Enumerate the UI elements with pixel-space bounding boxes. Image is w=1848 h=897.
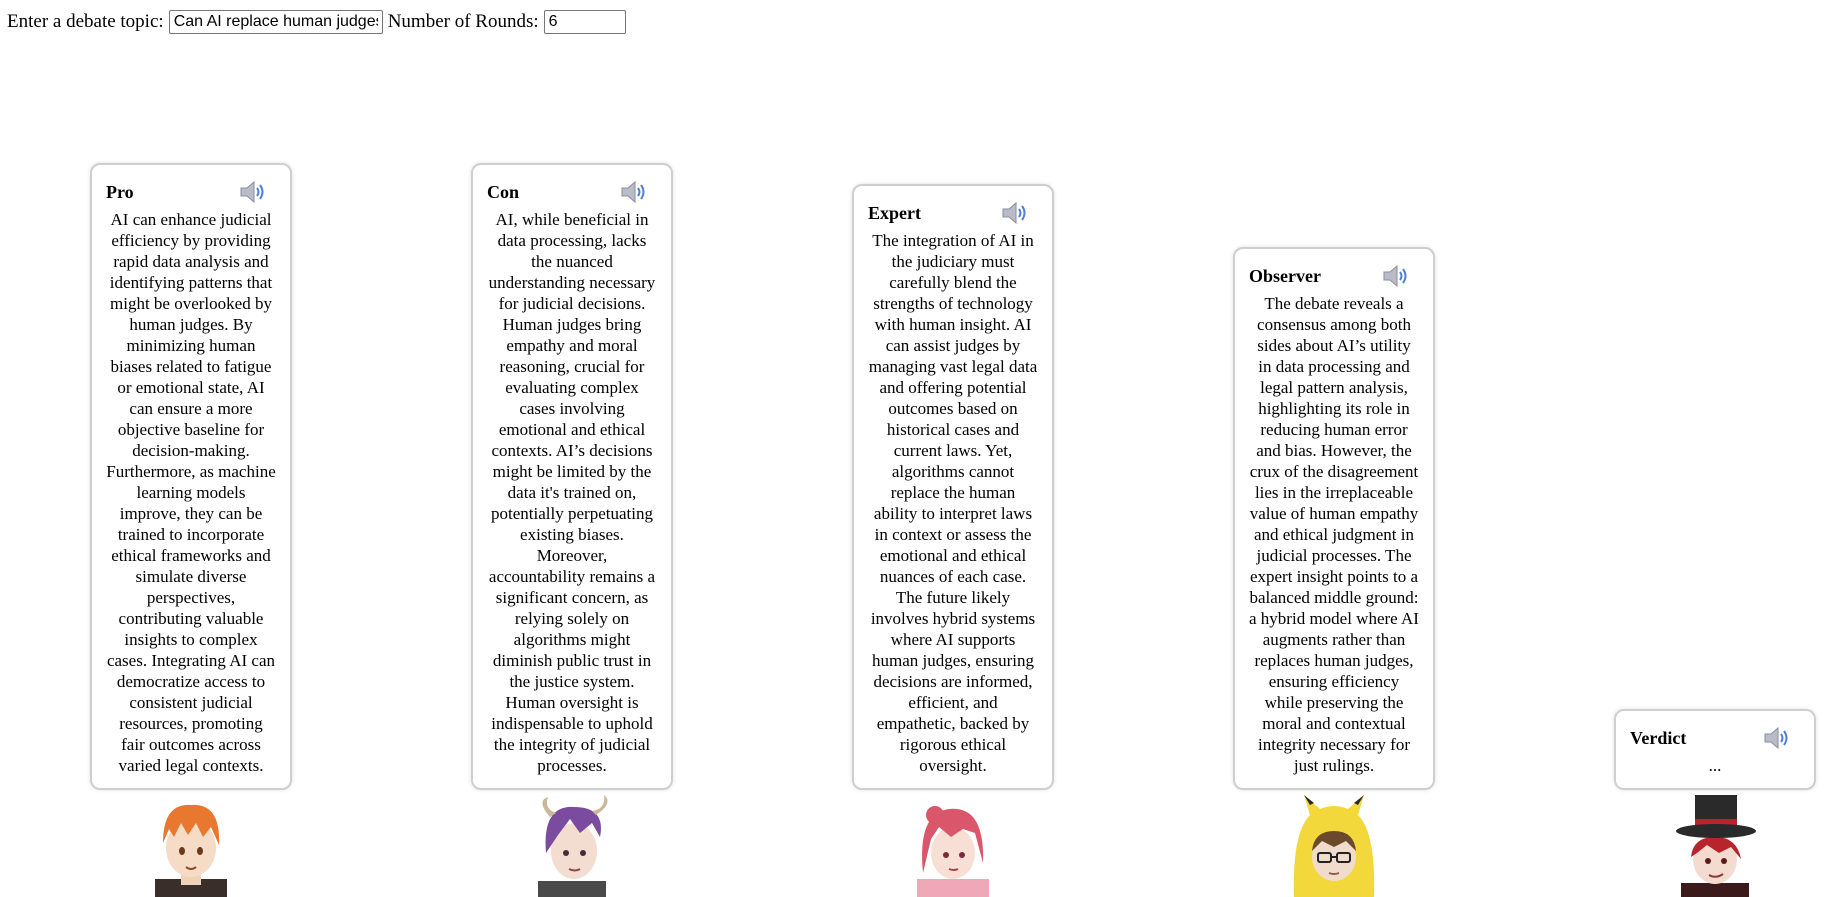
- speaker-title: Expert: [868, 202, 921, 223]
- speaker-icon[interactable]: [238, 180, 268, 204]
- speech-bubble-verdict: Verdict ...: [1614, 709, 1816, 790]
- speaker-title: Observer: [1249, 265, 1321, 286]
- speech-bubble-expert: Expert The integration of AI in the judi…: [852, 184, 1054, 790]
- speech-text: The debate reveals a consensus among bot…: [1249, 294, 1419, 775]
- speech-text: AI can enhance judicial efficiency by pr…: [106, 210, 276, 775]
- speaker-title: Verdict: [1630, 727, 1687, 748]
- speech-text: The integration of AI in the judiciary m…: [868, 231, 1038, 775]
- debate-controls: Enter a debate topic: Number of Rounds:: [7, 10, 626, 34]
- speaker-icon[interactable]: [1000, 201, 1030, 225]
- verdict-avatar: [1665, 793, 1765, 897]
- speaker-icon[interactable]: [1762, 726, 1792, 750]
- con-avatar: [522, 793, 622, 897]
- speech-bubble-con: Con AI, while beneficial in data process…: [471, 163, 673, 790]
- topic-label: Enter a debate topic:: [7, 11, 164, 32]
- speech-bubble-pro: Pro AI can enhance judicial efficiency b…: [90, 163, 292, 790]
- speaker-icon[interactable]: [619, 180, 649, 204]
- rounds-input[interactable]: [543, 10, 626, 34]
- speaker-title: Con: [487, 181, 520, 202]
- speech-text: AI, while beneficial in data processing,…: [488, 210, 656, 775]
- expert-avatar: [903, 793, 1003, 897]
- topic-input[interactable]: [168, 10, 383, 34]
- pro-avatar: [141, 793, 241, 897]
- speaker-title: Pro: [106, 181, 134, 202]
- observer-avatar: [1284, 793, 1384, 897]
- speech-bubble-observer: Observer The debate reveals a consensus …: [1233, 247, 1435, 790]
- speech-text: ...: [1708, 756, 1722, 775]
- speaker-icon[interactable]: [1381, 264, 1411, 288]
- rounds-label: Number of Rounds:: [387, 11, 539, 32]
